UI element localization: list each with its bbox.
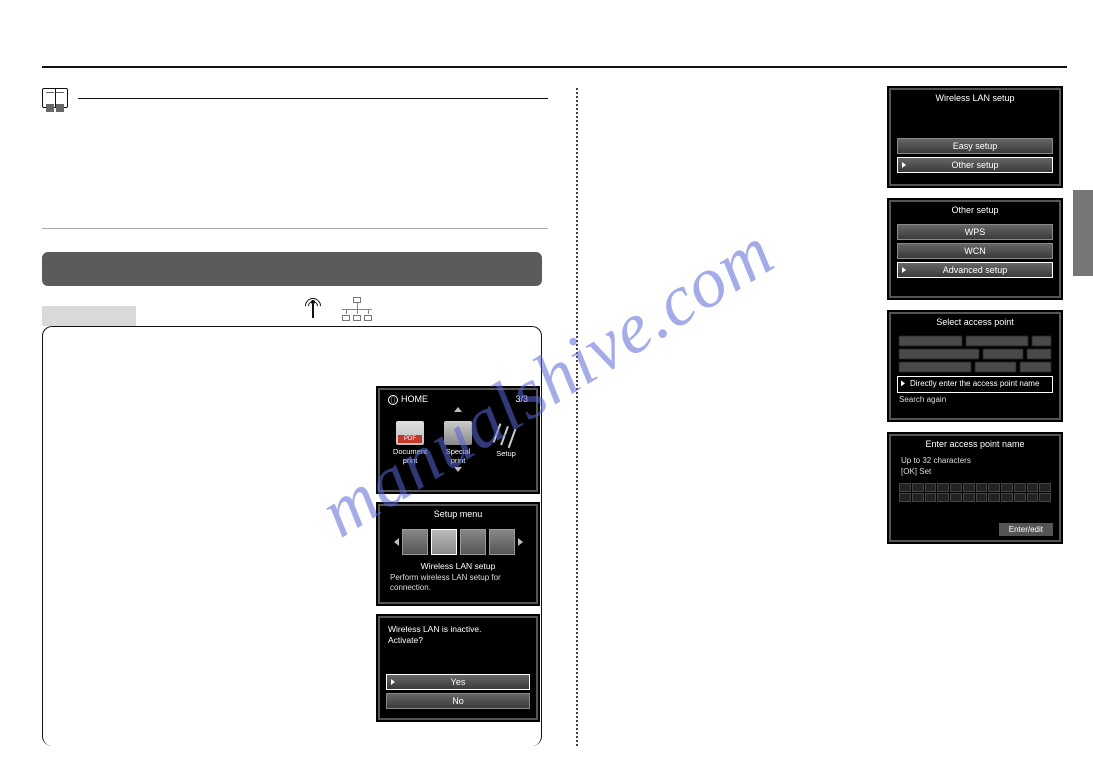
book-icon-spine	[55, 88, 56, 108]
wcn-button[interactable]: WCN	[897, 243, 1053, 259]
arrow-left-icon[interactable]	[394, 538, 399, 546]
enter-ap-limit: Up to 32 characters	[901, 455, 1049, 466]
lcd-enter-access-point-name: Enter access point name Up to 32 charact…	[889, 434, 1061, 542]
other-setup-button[interactable]: Other setup	[897, 157, 1053, 173]
home-page-indicator: 3/3	[515, 394, 528, 405]
select-ap-title: Select access point	[891, 314, 1059, 333]
arrow-up-icon	[454, 407, 462, 412]
home-item-document-print[interactable]: Document print	[390, 421, 430, 465]
advanced-setup-button[interactable]: Advanced setup	[897, 262, 1053, 278]
home-title: HOME	[388, 394, 428, 405]
setup-menu-title: Setup menu	[380, 506, 536, 525]
home-item-label: Special print	[438, 447, 478, 465]
step-label-block	[42, 306, 136, 326]
arrow-down-icon	[380, 467, 536, 475]
activate-question-line2: Activate?	[388, 635, 528, 646]
home-item-setup[interactable]: Setup	[486, 421, 526, 465]
home-item-label: Document print	[390, 447, 430, 465]
enter-ap-ok: [OK] Set	[901, 466, 1049, 477]
setup-option-icon[interactable]	[460, 529, 486, 555]
tools-icon	[492, 421, 520, 447]
enter-edit-button[interactable]: Enter/edit	[999, 523, 1053, 536]
section-underline	[42, 228, 548, 229]
easy-setup-button[interactable]: Easy setup	[897, 138, 1053, 154]
home-item-special-print[interactable]: Special print	[438, 421, 478, 465]
wireless-antenna-icon	[298, 296, 328, 322]
home-label: HOME	[401, 394, 428, 404]
setup-option-icon[interactable]	[402, 529, 428, 555]
special-print-icon	[444, 421, 472, 445]
column-divider	[576, 88, 578, 746]
direct-enter-ap-button[interactable]: Directly enter the access point name	[897, 376, 1053, 393]
direct-enter-label: Directly enter the access point name	[900, 380, 1050, 389]
wlan-setup-title: Wireless LAN setup	[891, 90, 1059, 109]
setup-option-wireless-lan[interactable]	[431, 529, 457, 555]
page-side-tab	[1073, 190, 1093, 276]
lcd-wireless-lan-setup: Wireless LAN setup Easy setup Other setu…	[889, 88, 1061, 186]
wps-button[interactable]: WPS	[897, 224, 1053, 240]
activate-question-line1: Wireless LAN is inactive.	[388, 624, 528, 635]
lcd-select-access-point: Select access point Directly enter the a…	[889, 312, 1061, 420]
home-item-label: Setup	[496, 449, 516, 458]
section-heading-bar	[42, 252, 542, 286]
arrow-right-icon[interactable]	[518, 538, 523, 546]
character-input-grid[interactable]	[899, 483, 1051, 502]
search-again-button[interactable]: Search again	[891, 393, 1059, 406]
header-underline	[78, 98, 548, 99]
setup-selected-label: Wireless LAN setup	[380, 559, 536, 573]
lcd-home: HOME 3/3 Document print Special print Se…	[378, 388, 538, 492]
lcd-other-setup: Other setup WPS WCN Advanced setup	[889, 200, 1061, 298]
lcd-setup-menu: Setup menu Wireless LAN setup Perform wi…	[378, 504, 538, 604]
access-point-row[interactable]	[899, 349, 1051, 359]
activate-no-button[interactable]: No	[386, 693, 530, 709]
globe-icon	[388, 395, 398, 405]
access-point-row[interactable]	[899, 336, 1051, 346]
setup-description: Perform wireless LAN setup for connectio…	[380, 573, 536, 596]
pdf-icon	[396, 421, 424, 445]
access-point-row[interactable]	[899, 362, 1051, 372]
other-setup-title: Other setup	[891, 202, 1059, 221]
wired-lan-icon	[342, 297, 372, 321]
enter-ap-title: Enter access point name	[891, 436, 1059, 455]
setup-option-icon[interactable]	[489, 529, 515, 555]
network-icons	[298, 296, 372, 322]
page-top-rule	[42, 66, 1067, 68]
lcd-activate-prompt: Wireless LAN is inactive. Activate? Yes …	[378, 616, 538, 720]
activate-yes-button[interactable]: Yes	[386, 674, 530, 690]
